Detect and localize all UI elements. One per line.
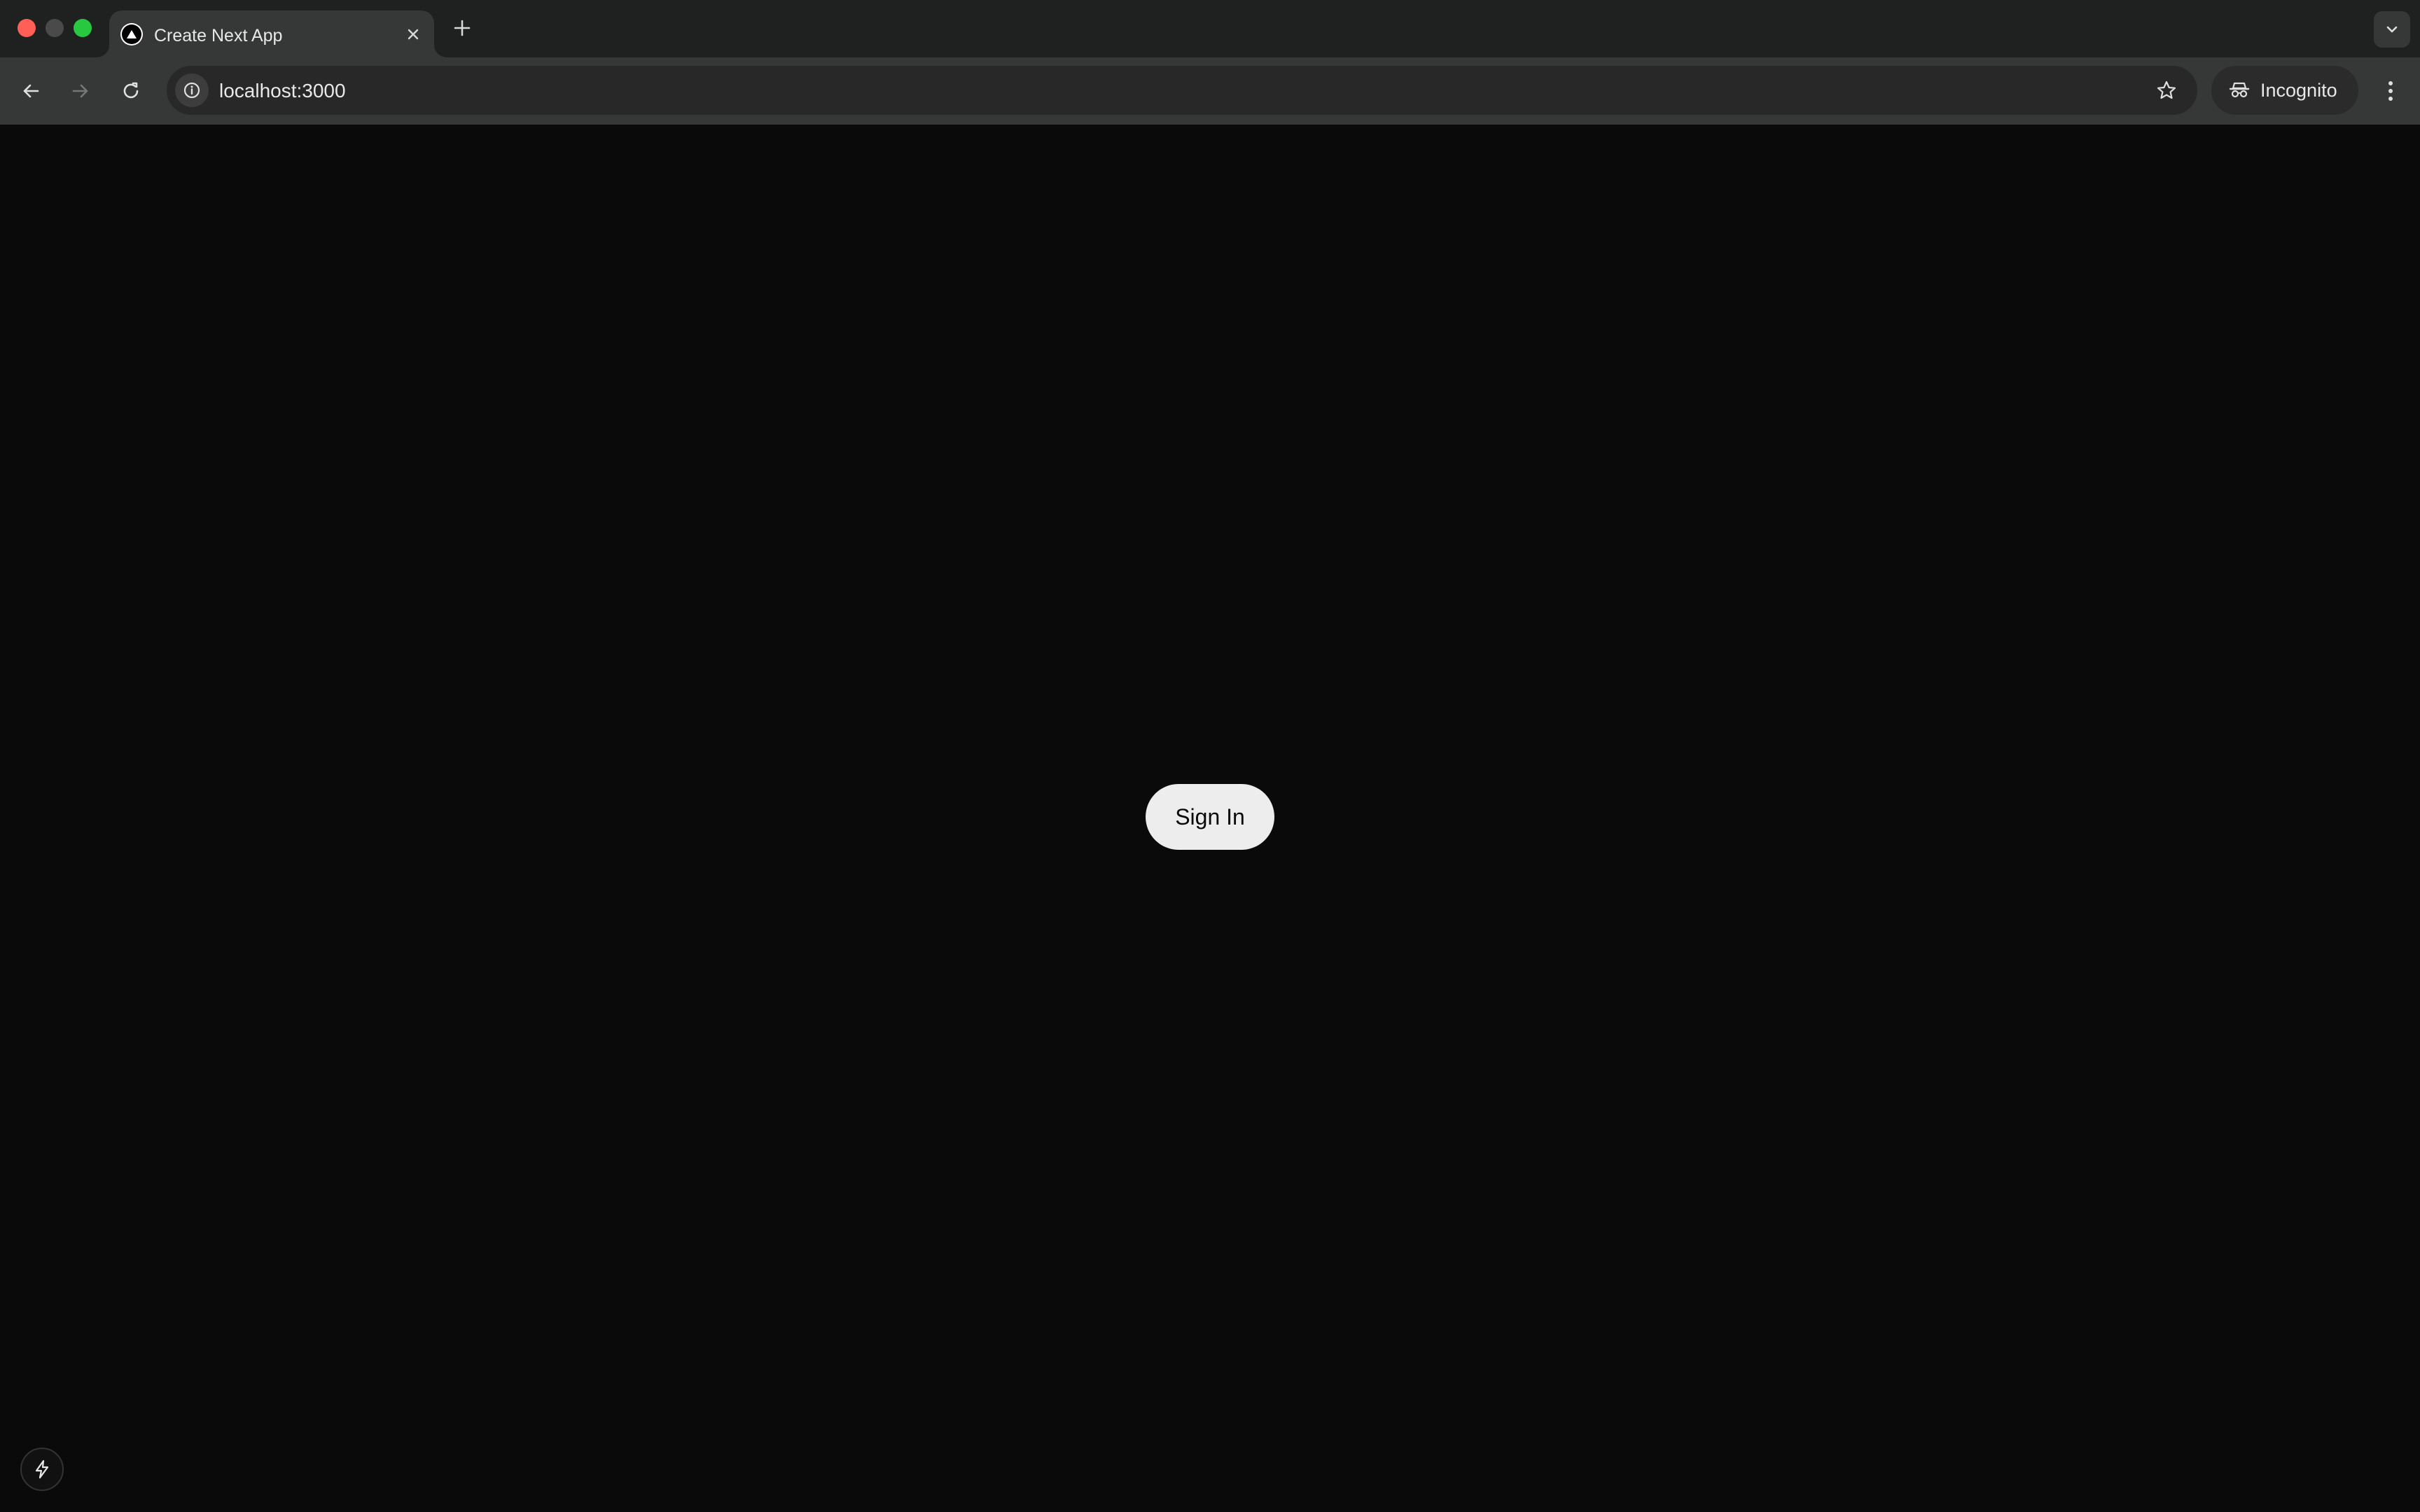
- sign-in-button[interactable]: Sign In: [1146, 784, 1274, 850]
- incognito-icon: [2227, 78, 2252, 103]
- plus-icon[interactable]: [448, 14, 476, 42]
- reload-icon[interactable]: [113, 73, 149, 109]
- browser-toolbar: localhost:3000 Incognito: [0, 57, 2420, 125]
- window-minimize-button[interactable]: [46, 19, 64, 37]
- browser-window: Create Next App localhost:3000 Incognito…: [0, 0, 2420, 1512]
- window-maximize-button[interactable]: [74, 19, 92, 37]
- address-bar[interactable]: localhost:3000: [167, 66, 2197, 115]
- star-icon[interactable]: [2151, 75, 2182, 106]
- incognito-profile-button[interactable]: Incognito: [2211, 66, 2358, 115]
- lightning-bolt-icon[interactable]: [20, 1448, 64, 1491]
- tab-title: Create Next App: [154, 26, 283, 46]
- tab-strip: Create Next App: [0, 0, 2420, 57]
- incognito-label: Incognito: [2260, 79, 2337, 101]
- close-icon[interactable]: [402, 23, 424, 46]
- page-viewport: Sign In: [0, 125, 2420, 1512]
- kebab-menu-icon[interactable]: [2372, 73, 2409, 109]
- arrow-left-icon[interactable]: [13, 73, 49, 109]
- nextjs-triangle-icon: [120, 23, 143, 46]
- browser-tab[interactable]: Create Next App: [109, 10, 434, 57]
- window-close-button[interactable]: [18, 19, 36, 37]
- info-icon[interactable]: [175, 74, 209, 107]
- arrow-right-icon[interactable]: [62, 73, 99, 109]
- chevron-down-icon[interactable]: [2374, 11, 2410, 48]
- url-text[interactable]: localhost:3000: [219, 80, 346, 102]
